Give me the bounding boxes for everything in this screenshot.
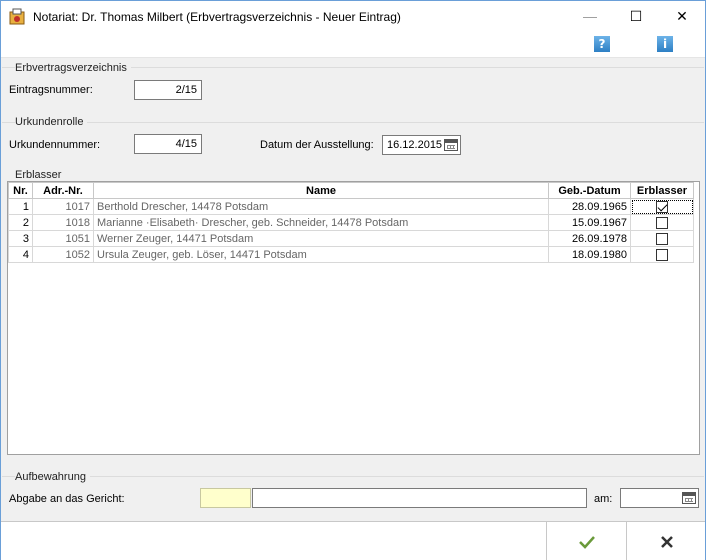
- column-header-adr[interactable]: Adr.-Nr.: [32, 182, 94, 199]
- row-geb: 18.09.1980: [548, 246, 631, 263]
- toolbar: ? i: [1, 32, 705, 58]
- section-urkundenrolle: Urkundenrolle: [15, 116, 88, 128]
- column-header-erblasser[interactable]: Erblasser: [630, 182, 694, 199]
- section-erblasser: Erblasser: [15, 169, 62, 181]
- row-name: Marianne ·Elisabeth· Drescher, geb. Schn…: [93, 214, 549, 231]
- row-adr: 1018: [32, 214, 94, 231]
- erblasser-table: Nr. Adr.-Nr. Name Geb.-Datum Erblasser 1…: [8, 182, 694, 263]
- row-erblasser-cell[interactable]: [630, 214, 694, 231]
- erblasser-checkbox[interactable]: [656, 232, 668, 245]
- table-row[interactable]: 2 1018 Marianne ·Elisabeth· Drescher, ge…: [8, 214, 694, 231]
- cross-icon: [660, 535, 673, 548]
- row-name: Berthold Drescher, 14478 Potsdam: [93, 198, 549, 215]
- info-icon[interactable]: i: [657, 36, 673, 52]
- urkundennummer-label: Urkundennummer:: [9, 139, 101, 151]
- row-geb: 28.09.1965: [548, 198, 631, 215]
- row-nr: 1: [8, 198, 33, 215]
- action-bar: [1, 521, 705, 560]
- erblasser-checkbox[interactable]: [656, 248, 668, 261]
- column-header-name[interactable]: Name: [93, 182, 549, 199]
- row-erblasser-cell[interactable]: [630, 198, 694, 215]
- erblasser-grid[interactable]: Nr. Adr.-Nr. Name Geb.-Datum Erblasser 1…: [7, 181, 700, 455]
- abgabe-label: Abgabe an das Gericht:: [9, 493, 125, 505]
- urkundennummer-input[interactable]: 4/15: [134, 134, 202, 154]
- row-erblasser-cell[interactable]: [630, 230, 694, 247]
- gericht-name-input[interactable]: [252, 488, 587, 508]
- section-aufbewahrung: Aufbewahrung: [15, 471, 90, 483]
- row-name: Werner Zeuger, 14471 Potsdam: [93, 230, 549, 247]
- row-nr: 2: [8, 214, 33, 231]
- row-name: Ursula Zeuger, geb. Löser, 14471 Potsdam: [93, 246, 549, 263]
- column-header-geb[interactable]: Geb.-Datum: [548, 182, 631, 199]
- section-divider: [2, 122, 704, 123]
- erblasser-checkbox[interactable]: [656, 216, 668, 229]
- help-icon[interactable]: ?: [594, 36, 610, 52]
- cancel-button[interactable]: [626, 522, 706, 560]
- eintragsnummer-label: Eintragsnummer:: [9, 84, 93, 96]
- gericht-code-input[interactable]: [200, 488, 251, 508]
- row-geb: 15.09.1967: [548, 214, 631, 231]
- table-row[interactable]: 4 1052 Ursula Zeuger, geb. Löser, 14471 …: [8, 246, 694, 263]
- erblasser-checkbox[interactable]: [656, 200, 668, 213]
- window-title: Notariat: Dr. Thomas Milbert (Erbvertrag…: [33, 10, 401, 24]
- table-header-row: Nr. Adr.-Nr. Name Geb.-Datum Erblasser: [8, 182, 694, 199]
- maximize-button[interactable]: ☐: [613, 1, 659, 31]
- close-button[interactable]: ✕: [659, 1, 705, 31]
- row-nr: 4: [8, 246, 33, 263]
- row-adr: 1052: [32, 246, 94, 263]
- ok-button[interactable]: [546, 522, 626, 560]
- dialog-window: Notariat: Dr. Thomas Milbert (Erbvertrag…: [0, 0, 706, 560]
- notary-app-icon: [9, 8, 25, 25]
- row-adr: 1017: [32, 198, 94, 215]
- calendar-icon[interactable]: [682, 492, 696, 504]
- table-row[interactable]: 3 1051 Werner Zeuger, 14471 Potsdam 26.0…: [8, 230, 694, 247]
- datum-label: Datum der Ausstellung:: [260, 139, 374, 151]
- am-label: am:: [594, 493, 613, 505]
- row-nr: 3: [8, 230, 33, 247]
- column-header-nr[interactable]: Nr.: [8, 182, 33, 199]
- section-divider: [2, 476, 704, 477]
- row-geb: 26.09.1978: [548, 230, 631, 247]
- row-erblasser-cell[interactable]: [630, 246, 694, 263]
- datum-value: 16.12.2015: [387, 139, 443, 151]
- minimize-button[interactable]: —: [567, 1, 613, 31]
- table-row[interactable]: 1 1017 Berthold Drescher, 14478 Potsdam …: [8, 198, 694, 215]
- check-icon: [578, 535, 595, 549]
- row-adr: 1051: [32, 230, 94, 247]
- calendar-icon[interactable]: [444, 139, 458, 151]
- eintragsnummer-input[interactable]: 2/15: [134, 80, 202, 100]
- section-erbvertragsverzeichnis: Erbvertragsverzeichnis: [15, 62, 131, 74]
- title-bar[interactable]: Notariat: Dr. Thomas Milbert (Erbvertrag…: [1, 1, 705, 32]
